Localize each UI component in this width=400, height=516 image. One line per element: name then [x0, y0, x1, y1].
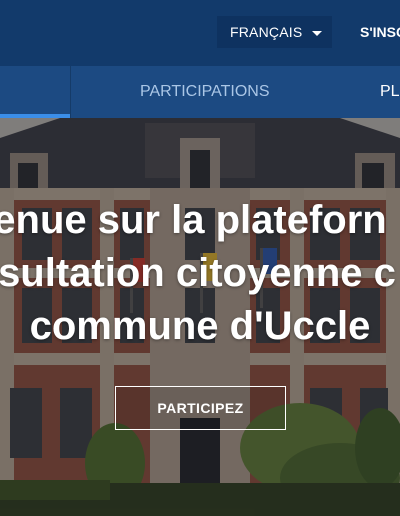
- hero-title-line: enue sur la plateforn: [0, 198, 387, 242]
- participate-button[interactable]: PARTICIPEZ: [115, 386, 286, 430]
- main-nav: PARTICIPATIONS PL: [0, 66, 400, 118]
- hero-title-line: sultation citoyenne c: [0, 251, 396, 295]
- nav-item-home[interactable]: [0, 66, 70, 118]
- top-header: FRANÇAIS S'INSC: [0, 0, 400, 66]
- nav-item-more[interactable]: PL: [380, 83, 400, 101]
- hero-title-line: commune d'Uccle: [29, 304, 371, 348]
- chevron-down-icon: [312, 31, 322, 36]
- language-select[interactable]: FRANÇAIS: [217, 16, 332, 48]
- hero-banner: enue sur la plateforn sultation citoyenn…: [0, 118, 400, 516]
- nav-item-participations[interactable]: PARTICIPATIONS: [140, 83, 270, 101]
- hero-title: enue sur la plateforn sultation citoyenn…: [0, 194, 400, 353]
- signup-link[interactable]: S'INSC: [360, 24, 400, 40]
- nav-divider: [70, 66, 71, 118]
- language-select-value: FRANÇAIS: [230, 24, 303, 40]
